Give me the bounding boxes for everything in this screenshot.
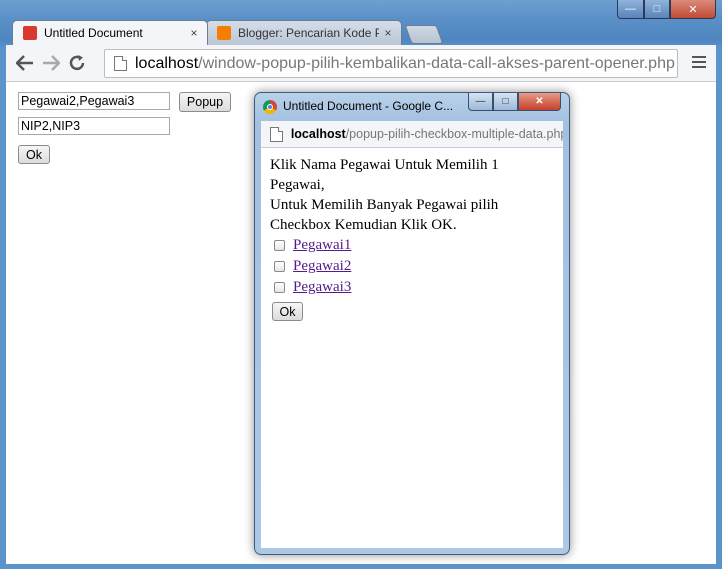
pegawai2-checkbox[interactable] [274,260,285,272]
back-button[interactable] [12,50,38,76]
browser-toolbar: localhost/window-popup-pilih-kembalikan-… [6,45,716,82]
tab-close-icon[interactable]: × [185,26,203,40]
popup-button[interactable]: Popup [179,92,231,112]
address-bar[interactable]: localhost/window-popup-pilih-kembalikan-… [104,49,678,78]
tab-blogger[interactable]: Blogger: Pencarian Kode P × [206,20,402,45]
ok-button[interactable]: Ok [18,145,50,164]
pegawai3-link[interactable]: Pegawai3 [293,279,351,296]
list-item: Pegawai2 [274,256,351,276]
nip-input[interactable] [18,117,170,135]
new-tab-button[interactable] [404,25,444,44]
list-item: Pegawai1 [274,235,351,255]
reload-icon [69,55,85,71]
page-icon [114,56,127,71]
pegawai2-link[interactable]: Pegawai2 [293,258,351,275]
hamburger-icon [692,56,706,58]
tab-title: Untitled Document [44,26,143,40]
reload-button[interactable] [64,50,90,76]
close-button[interactable]: ✕ [670,0,716,19]
popup-close-button[interactable]: ✕ [518,93,561,111]
tab-strip: Untitled Document × Blogger: Pencarian K… [6,18,722,45]
popup-maximize-button[interactable]: □ [493,93,518,111]
url-text: localhost/window-popup-pilih-kembalikan-… [135,54,675,72]
instruction-line-1: Klik Nama Pegawai Untuk Memilih 1 Pegawa… [270,157,499,193]
instruction-text: Klik Nama Pegawai Untuk Memilih 1 Pegawa… [270,155,540,235]
popup-url-text: localhost/popup-pilih-checkbox-multiple-… [290,127,563,141]
pegawai1-checkbox[interactable] [274,239,285,251]
popup-window-title: Untitled Document - Google C... [283,99,453,113]
popup-ok-button[interactable]: Ok [272,302,303,321]
nama-pegawai-input[interactable] [18,92,170,110]
forward-button[interactable] [38,50,64,76]
popup-content: Klik Nama Pegawai Untuk Memilih 1 Pegawa… [261,148,563,548]
chrome-icon [263,100,277,114]
list-item: Pegawai3 [274,277,351,297]
popup-address-bar[interactable]: localhost/popup-pilih-checkbox-multiple-… [261,121,563,148]
popup-window: Untitled Document - Google C... — □ ✕ lo… [254,92,570,555]
arrow-right-icon [43,55,60,71]
popup-minimize-button[interactable]: — [468,93,493,111]
tab-title: Blogger: Pencarian Kode P [238,26,379,40]
tab-untitled-document[interactable]: Untitled Document × [12,20,208,45]
menu-button[interactable] [686,49,712,75]
arrow-left-icon [16,55,33,71]
popup-window-controls: — □ ✕ [468,93,561,111]
page-favicon-icon [23,26,37,40]
instruction-line-2: Untuk Memilih Banyak Pegawai pilih Check… [270,197,499,233]
page-icon [270,126,283,142]
blogger-favicon-icon [217,26,231,40]
tab-close-icon[interactable]: × [379,26,397,40]
pegawai3-checkbox[interactable] [274,281,285,293]
pegawai1-link[interactable]: Pegawai1 [293,237,351,254]
minimize-button[interactable]: — [617,0,644,19]
maximize-button[interactable]: □ [644,0,670,19]
window-controls: — □ ✕ [617,0,716,19]
